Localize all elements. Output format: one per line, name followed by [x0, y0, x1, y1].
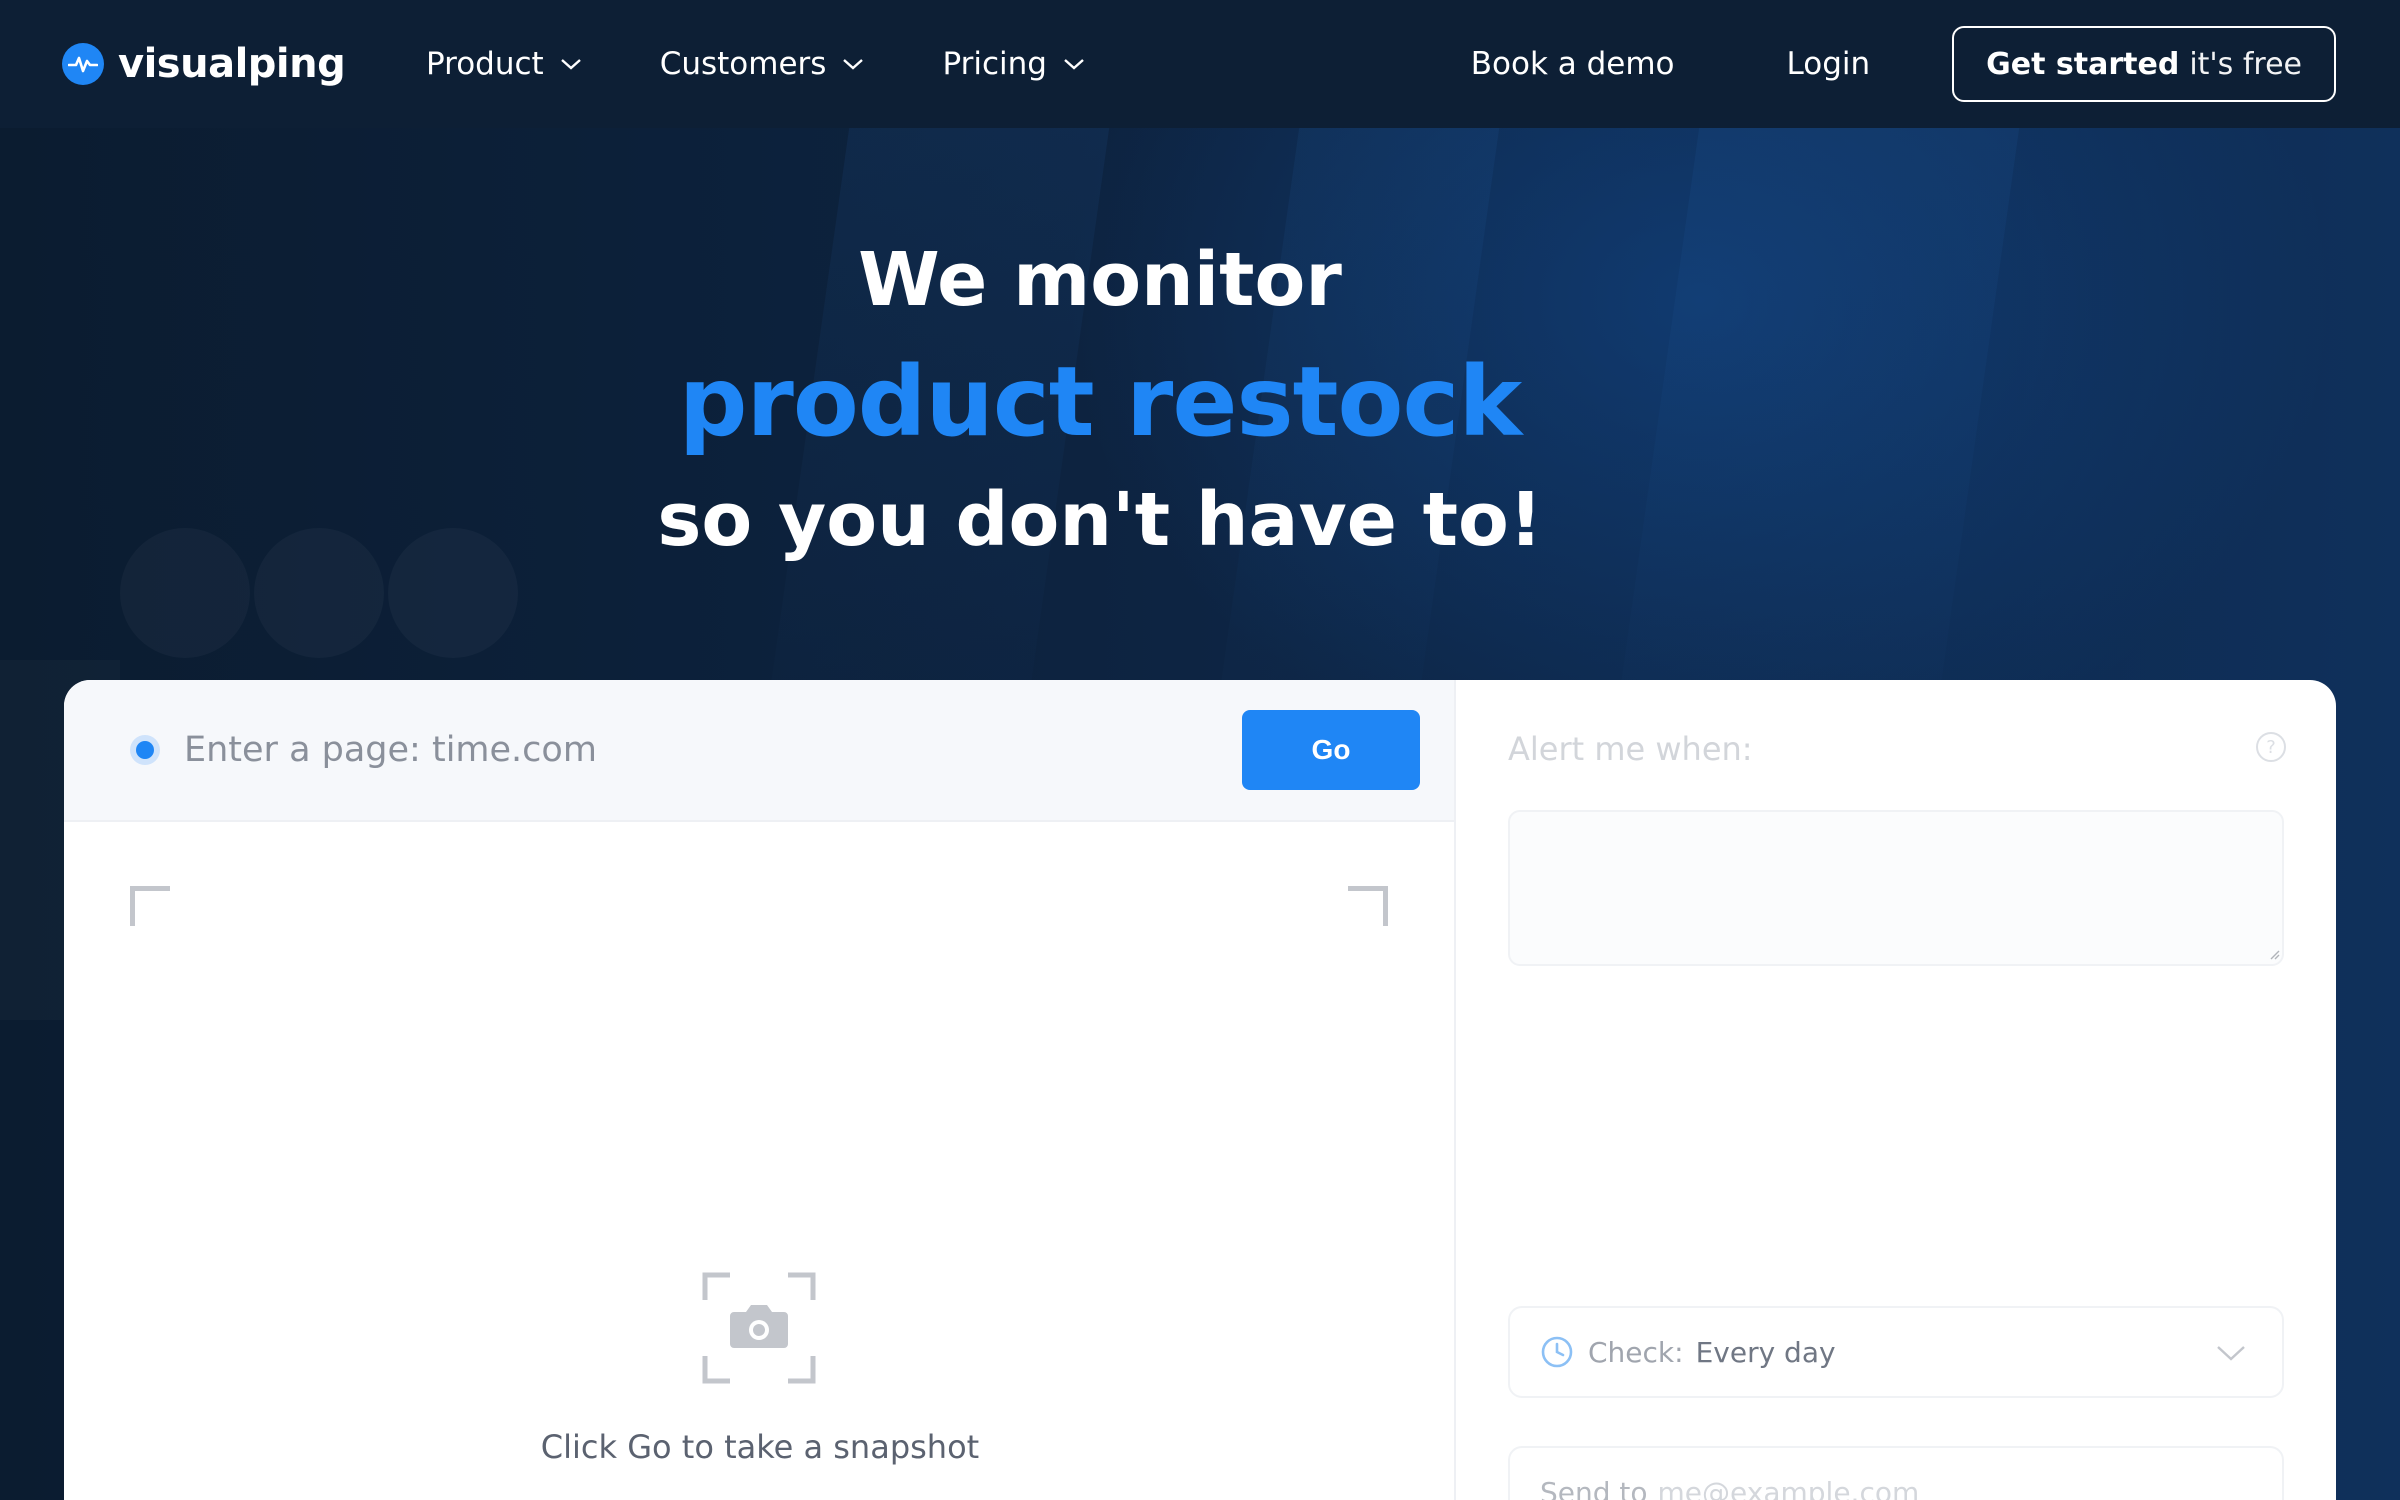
nav-item-pricing[interactable]: Pricing [942, 46, 1085, 82]
status-dot-icon [130, 735, 160, 765]
main-menu: Product Customers Pricing [426, 0, 1163, 128]
top-navigation: visualping Product Customers Pricing Boo… [0, 0, 2400, 128]
snapshot-panel: Go Click Go to take a snapshot [64, 680, 1456, 1500]
chevron-down-icon [843, 59, 864, 70]
nav-item-label: Customers [659, 46, 827, 82]
nav-actions: Book a demo Login Get started it's free [1471, 0, 2336, 128]
email-input[interactable] [1657, 1476, 2218, 1500]
check-label: Check: [1588, 1335, 1684, 1369]
frame-corner-icon [1348, 886, 1388, 926]
cta-strong-text: Get started [1986, 46, 2180, 82]
hero-headline: We monitor product restock so you don't … [0, 220, 2400, 576]
cta-light-text: it's free [2189, 46, 2302, 82]
headline-line-3: so you don't have to! [657, 477, 1543, 563]
check-value: Every day [1695, 1335, 1836, 1369]
url-input[interactable] [184, 730, 1184, 770]
frame-corner-icon [130, 886, 170, 926]
book-demo-link[interactable]: Book a demo [1471, 46, 1675, 82]
login-link[interactable]: Login [1787, 46, 1871, 82]
snapshot-caption: Click Go to take a snapshot [540, 1428, 980, 1466]
alert-label: Alert me when: [1508, 730, 1753, 768]
url-bar: Go [64, 680, 1454, 822]
resize-grip-icon[interactable] [2268, 948, 2280, 960]
alert-condition-textarea[interactable] [1508, 810, 2284, 966]
chevron-down-icon [2217, 1346, 2245, 1361]
chevron-down-icon [560, 59, 581, 70]
send-to-label: Send to [1540, 1476, 1648, 1500]
visualping-logo[interactable]: visualping [62, 40, 346, 88]
snapshot-preview: Click Go to take a snapshot [64, 822, 1454, 1500]
send-to-field[interactable]: Send to [1508, 1446, 2284, 1500]
clock-icon [1541, 1336, 1573, 1368]
nav-item-label: Pricing [942, 46, 1047, 82]
camera-icon [702, 1272, 816, 1384]
headline-highlight: product restock [678, 346, 1522, 458]
nav-item-customers[interactable]: Customers [660, 46, 865, 82]
get-started-button[interactable]: Get started it's free [1952, 26, 2336, 102]
monitor-panel: Go Click Go to take a snapshot Alert me … [64, 680, 2336, 1500]
headline-line-1: We monitor [858, 237, 1342, 323]
brand-name: visualping [118, 41, 346, 87]
check-frequency-select[interactable]: Check: Every day [1508, 1306, 2284, 1398]
nav-item-product[interactable]: Product [426, 46, 582, 82]
nav-item-label: Product [426, 46, 544, 82]
alert-settings-panel: Alert me when: ? Check: Every day Send t… [1456, 680, 2336, 1500]
go-button[interactable]: Go [1242, 710, 1420, 790]
chevron-down-icon [1064, 59, 1084, 70]
question-circle-icon[interactable]: ? [2256, 732, 2286, 762]
pulse-icon [62, 43, 104, 85]
